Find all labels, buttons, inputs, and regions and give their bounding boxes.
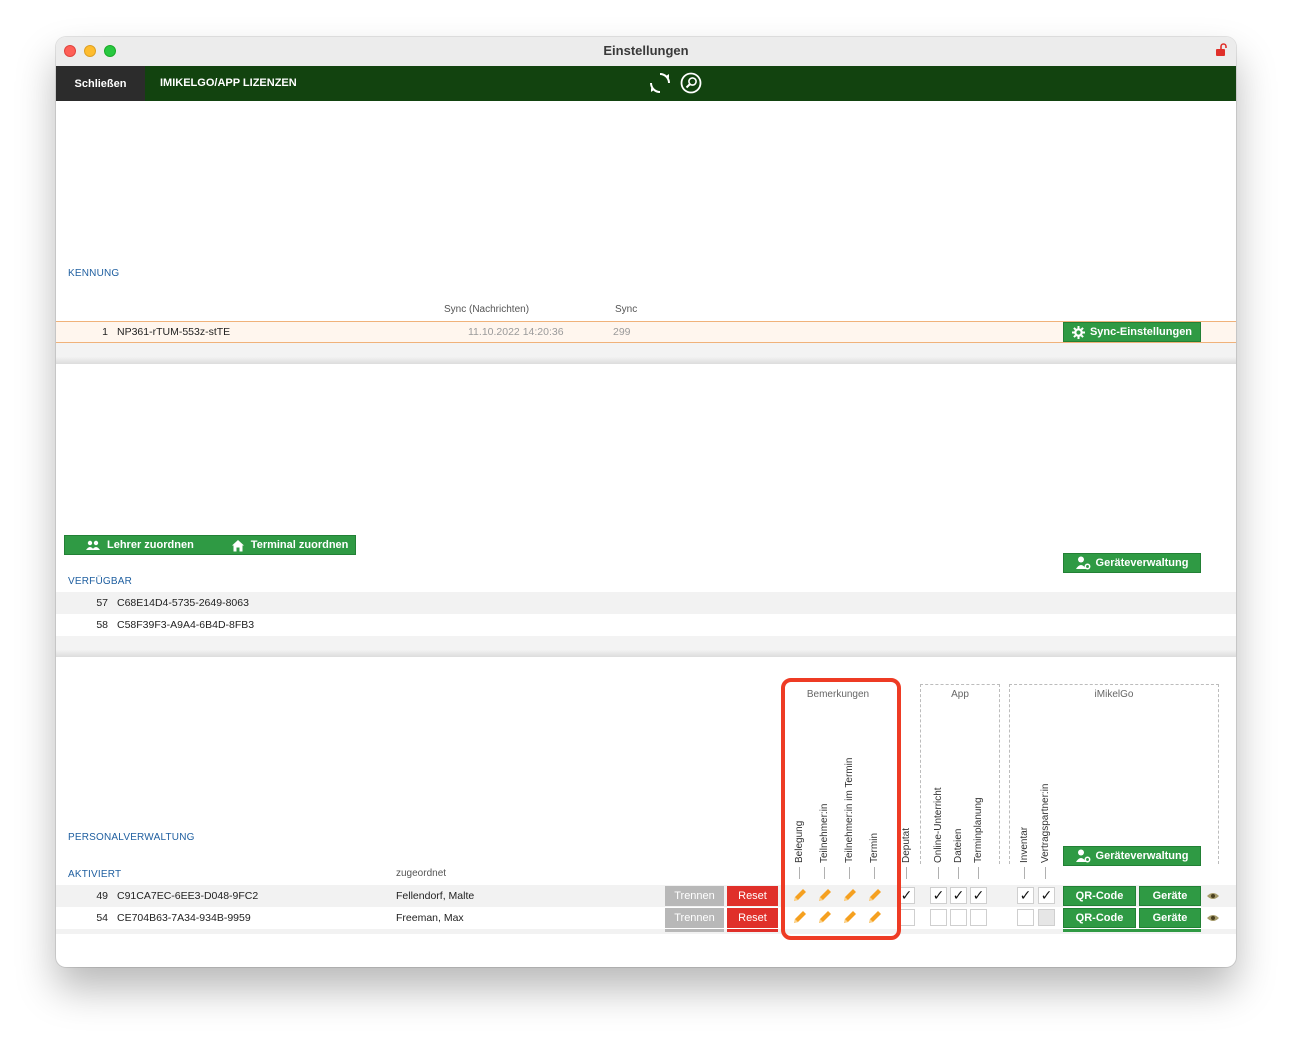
eye-icon[interactable] [1206, 913, 1220, 923]
search-icon[interactable] [680, 72, 702, 94]
home-icon [231, 539, 244, 551]
assign-terminal-label: Terminal zuordnen [250, 539, 349, 551]
window-title: Einstellungen [603, 43, 689, 58]
settings-window: Einstellungen Schließen IMIKELGO/APP LIZ… [56, 37, 1236, 967]
user-gear-icon [1075, 849, 1090, 863]
column-header-terminplanung: Terminplanung [973, 797, 984, 863]
devices-button[interactable]: Geräte [1139, 908, 1201, 928]
header-tick [1045, 867, 1046, 879]
disconnect-button[interactable]: Trennen [665, 908, 724, 928]
online-checkbox[interactable] [930, 909, 947, 926]
unlocked-lock-icon[interactable] [1216, 43, 1228, 57]
inventar-checkbox[interactable]: ✓ [1017, 887, 1034, 904]
column-header-deputat: Deputat [901, 827, 912, 863]
table-row[interactable]: 54 CE704B63-7A34-934B-9959 Freeman, Max [56, 907, 1236, 929]
personnel-label: PERSONALVERWALTUNG [68, 832, 195, 843]
table-row[interactable]: 57 C68E14D4-5735-2649-8063 [56, 592, 1236, 614]
assign-button-bar: Lehrer zuordnen Terminal zuordnen [64, 535, 356, 555]
reset-button[interactable]: Reset [727, 886, 778, 906]
table-row[interactable]: 58 C58F39F3-A9A4-6B4D-8FB3 [56, 614, 1236, 636]
row-number: 57 [96, 597, 108, 609]
sync-value: 299 [613, 326, 631, 338]
available-label: VERFÜGBAR [68, 576, 133, 587]
row-filler [56, 343, 1236, 357]
column-header-online: Online-Unterricht [933, 787, 944, 863]
toolbar: Schließen IMIKELGO/APP LIZENZEN [56, 66, 1236, 101]
disconnect-button[interactable]: Trennen [665, 886, 724, 906]
device-management-label: Geräteverwaltung [1095, 850, 1189, 862]
row-number: 54 [96, 912, 108, 924]
sync-settings-label: Sync-Einstellungen [1089, 326, 1193, 338]
row-filler [56, 636, 1236, 650]
row-filler [56, 929, 1236, 934]
row-filler [665, 929, 724, 932]
column-header-inventar: Inventar [1019, 826, 1030, 863]
header-tick [958, 867, 959, 879]
qr-code-button[interactable]: QR-Code [1063, 908, 1136, 928]
table-row[interactable]: 1 NP361-rTUM-553z-stTE 11.10.2022 14:20:… [56, 321, 1236, 343]
active-label: AKTIVIERT [68, 869, 122, 880]
online-checkbox[interactable]: ✓ [930, 887, 947, 904]
devices-button[interactable]: Geräte [1139, 886, 1201, 906]
section-divider [56, 650, 1236, 657]
assigned-person: Fellendorf, Malte [396, 890, 475, 902]
device-id: NP361-rTUM-553z-stTE [117, 326, 231, 338]
header-tick [1024, 867, 1025, 879]
vertragspartner-checkbox[interactable] [1038, 909, 1055, 926]
app-group-title: App [951, 689, 969, 700]
dateien-checkbox[interactable]: ✓ [950, 887, 967, 904]
title-bar: Einstellungen [56, 37, 1236, 67]
row-number: 58 [96, 619, 108, 631]
sync-messages-value: 11.10.2022 14:20:36 [468, 326, 564, 338]
sync-settings-button[interactable]: Sync-Einstellungen [1063, 322, 1201, 342]
table-row[interactable]: 49 C91CA7EC-6EE3-D048-9FC2 Fellendorf, M… [56, 885, 1236, 907]
sync-header: Sync [615, 304, 638, 315]
sync-messages-header: Sync (Nachrichten) [444, 304, 530, 315]
header-tick [978, 867, 979, 879]
reset-button[interactable]: Reset [727, 908, 778, 928]
device-management-button[interactable]: Geräteverwaltung [1063, 553, 1201, 573]
assign-terminal-button[interactable]: Terminal zuordnen [231, 539, 349, 552]
column-header-dateien: Dateien [953, 828, 964, 863]
kennung-label: KENNUNG [68, 268, 120, 279]
header-tick [906, 867, 907, 879]
inventar-checkbox[interactable] [1017, 909, 1034, 926]
row-number: 49 [96, 890, 108, 902]
row-filler [727, 929, 778, 932]
vertragspartner-checkbox[interactable]: ✓ [1038, 887, 1055, 904]
terminplanung-checkbox[interactable] [970, 909, 987, 926]
device-id: C58F39F3-A9A4-6B4D-8FB3 [117, 619, 255, 631]
users-icon [86, 540, 100, 550]
eye-icon[interactable] [1206, 891, 1220, 901]
device-id: C68E14D4-5735-2649-8063 [117, 597, 249, 609]
device-id: CE704B63-7A34-934B-9959 [117, 912, 251, 924]
sync-icon[interactable] [649, 72, 671, 94]
section-divider [56, 357, 1236, 364]
gear-icon [1071, 325, 1085, 339]
terminplanung-checkbox[interactable]: ✓ [970, 887, 987, 904]
header-tick [938, 867, 939, 879]
licenses-tab[interactable]: IMIKELGO/APP LIZENZEN [160, 66, 297, 101]
personnel-device-management-button[interactable]: Geräteverwaltung [1063, 846, 1201, 866]
assigned-header: zugeordnet [396, 868, 447, 879]
assigned-person: Freeman, Max [396, 912, 464, 924]
device-id: C91CA7EC-6EE3-D048-9FC2 [117, 890, 259, 902]
assign-teacher-button[interactable]: Lehrer zuordnen [85, 539, 194, 551]
imikelgo-group-title: iMikelGo [1094, 689, 1134, 700]
close-button[interactable]: Schließen [56, 66, 145, 101]
column-header-vertragspartner: Vertragspartner:in [1040, 783, 1051, 864]
row-filler [1063, 929, 1201, 932]
dateien-checkbox[interactable] [950, 909, 967, 926]
device-management-label: Geräteverwaltung [1095, 557, 1189, 569]
row-number: 1 [102, 326, 108, 338]
remarks-highlight [781, 678, 901, 940]
qr-code-button[interactable]: QR-Code [1063, 886, 1136, 906]
user-gear-icon [1075, 556, 1090, 570]
assign-teacher-label: Lehrer zuordnen [107, 539, 194, 551]
